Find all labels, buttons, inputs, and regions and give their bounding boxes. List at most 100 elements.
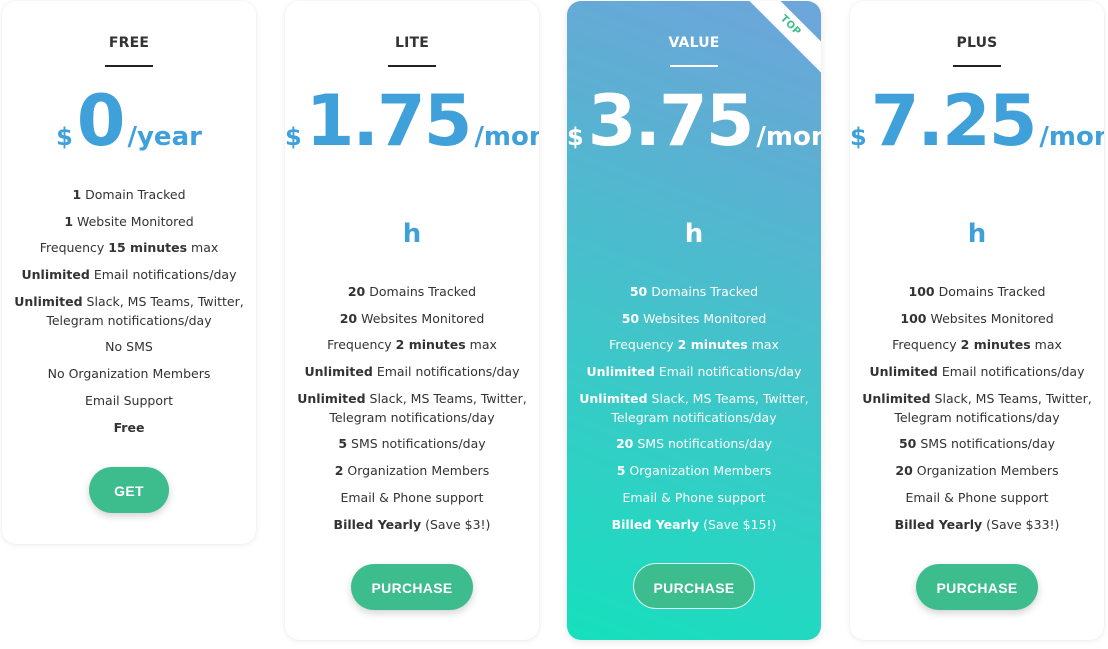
divider (105, 65, 153, 67)
feature-item: Free (14, 418, 244, 437)
feature-text: Organization Members (625, 463, 772, 479)
plan-name: VALUE (668, 35, 720, 51)
feature-highlight: 20 (895, 463, 913, 479)
feature-item: Unlimited Email notifications/day (579, 362, 809, 381)
feature-item: Unlimited Email notifications/day (14, 265, 244, 284)
feature-text: Domains Tracked (647, 284, 759, 299)
price-period: /mont (474, 122, 539, 152)
price-period: /year (127, 122, 202, 152)
feature-text: SMS notifications/day (916, 436, 1056, 452)
feature-prefix: Frequency (327, 337, 396, 353)
feature-list: 20 Domains Tracked 20 Websites Monitored F… (297, 282, 527, 541)
feature-text: max (747, 337, 779, 353)
feature-item: Frequency 2 minutes max (862, 335, 1092, 354)
plan-price: $7.25/mont (850, 81, 1104, 161)
feature-item: 1 Domain Tracked (14, 185, 244, 204)
feature-text: (Save $33!) (982, 516, 1060, 532)
feature-highlight: Unlimited (586, 364, 655, 380)
feature-highlight: 2 minutes (960, 337, 1031, 353)
purchase-button[interactable]: PURCHASE (916, 564, 1038, 610)
plan-price: $1.75/mont (285, 81, 539, 161)
feature-item: Frequency 2 minutes max (579, 335, 809, 354)
divider (388, 65, 436, 67)
feature-highlight: 15 minutes (108, 240, 188, 256)
price-period-overflow: h (684, 219, 704, 249)
feature-text: SMS notifications/day (633, 436, 773, 452)
feature-list: 1 Domain Tracked 1 Website Monitored Frequ… (14, 185, 244, 444)
feature-highlight: 5 (338, 436, 348, 452)
feature-highlight: 1 (72, 187, 82, 202)
feature-item: 20 Domains Tracked (297, 282, 527, 301)
feature-highlight: 20 (615, 436, 634, 452)
feature-item: 50 Websites Monitored (579, 309, 809, 328)
currency-symbol: $ (850, 123, 867, 151)
price-period-overflow: h (402, 219, 422, 249)
feature-item: No SMS (14, 337, 244, 356)
feature-highlight: 2 minutes (677, 337, 748, 353)
plan-name: FREE (108, 35, 150, 51)
feature-text: Organization Members (343, 463, 490, 479)
feature-text: Email & Phone support (905, 489, 1049, 505)
feature-text: Websites Monitored (926, 310, 1054, 326)
feature-list: 50 Domains Tracked 50 Websites Monitored F… (579, 282, 809, 541)
price-amount: 3.75 (587, 80, 755, 162)
divider (670, 65, 718, 67)
feature-item: 1 Website Monitored (14, 212, 244, 231)
purchase-button[interactable]: PURCHASE (351, 564, 473, 610)
feature-item: No Organization Members (14, 364, 244, 383)
feature-text: Email Support (84, 392, 174, 408)
feature-item: Billed Yearly (Save $3!) (297, 515, 527, 534)
feature-text: SMS notifications/day (347, 436, 486, 452)
currency-symbol: $ (285, 123, 302, 151)
feature-text: Domain Tracked (81, 187, 186, 202)
price-amount: 1.75 (305, 80, 473, 162)
feature-highlight: Free (113, 419, 145, 435)
feature-highlight: Unlimited (869, 364, 938, 380)
feature-text: Email notifications/day (89, 267, 237, 283)
feature-item: Unlimited Email notifications/day (862, 362, 1092, 381)
feature-text: Website Monitored (73, 213, 194, 229)
feature-text: Email notifications/day (654, 364, 802, 380)
price-period: /mont (1039, 122, 1104, 152)
feature-highlight: Unlimited (297, 390, 366, 406)
feature-item: 100 Websites Monitored (862, 309, 1092, 328)
feature-highlight: Billed Yearly (333, 516, 422, 532)
feature-highlight: 100 (900, 310, 927, 326)
feature-item: 20 SMS notifications/day (579, 434, 809, 453)
feature-highlight: 2 minutes (395, 337, 466, 353)
feature-highlight: Unlimited (14, 293, 83, 309)
feature-text: Websites Monitored (357, 310, 485, 326)
feature-prefix: Frequency (609, 337, 678, 353)
feature-highlight: 50 (898, 436, 917, 452)
feature-text: max (1030, 337, 1062, 353)
feature-item: Email & Phone support (862, 488, 1092, 507)
feature-text: No Organization Members (47, 366, 211, 382)
feature-item: 5 SMS notifications/day (297, 434, 527, 453)
feature-item: 50 SMS notifications/day (862, 434, 1092, 453)
plan-card-value: TOP VALUE $3.75/mont h 50 Domains Tracke… (567, 1, 821, 640)
feature-item: Email & Phone support (297, 488, 527, 507)
feature-item: Billed Yearly (Save $15!) (579, 515, 809, 534)
plan-card-free: FREE $0/year 1 Domain Tracked 1 Website M… (2, 1, 256, 544)
price-period: /mont (756, 122, 821, 152)
plan-card-plus: PLUS $7.25/mont h 100 Domains Tracked100… (850, 1, 1104, 640)
feature-text: Organization Members (912, 463, 1059, 479)
get-button[interactable]: GET (89, 467, 169, 513)
price-amount: 0 (76, 80, 126, 162)
price-period-overflow: h (967, 219, 987, 249)
feature-highlight: Unlimited (862, 390, 931, 406)
feature-item: 2 Organization Members (297, 461, 527, 480)
feature-item: Unlimited Slack, MS Teams, Twitter, Tele… (579, 389, 809, 427)
feature-highlight: Billed Yearly (611, 516, 700, 532)
feature-prefix: Frequency (892, 337, 961, 353)
purchase-button[interactable]: PURCHASE (633, 563, 755, 609)
feature-highlight: 50 (621, 310, 640, 326)
feature-item: 20 Websites Monitored (297, 309, 527, 328)
feature-item: Email & Phone support (579, 488, 809, 507)
plan-name: LITE (394, 35, 430, 51)
feature-item: Unlimited Slack, MS Teams, Twitter, Tele… (14, 292, 244, 330)
feature-text: Email & Phone support (622, 489, 766, 505)
feature-item: Email Support (14, 391, 244, 410)
feature-highlight: Unlimited (579, 390, 648, 406)
feature-item: 50 Domains Tracked (579, 282, 809, 301)
